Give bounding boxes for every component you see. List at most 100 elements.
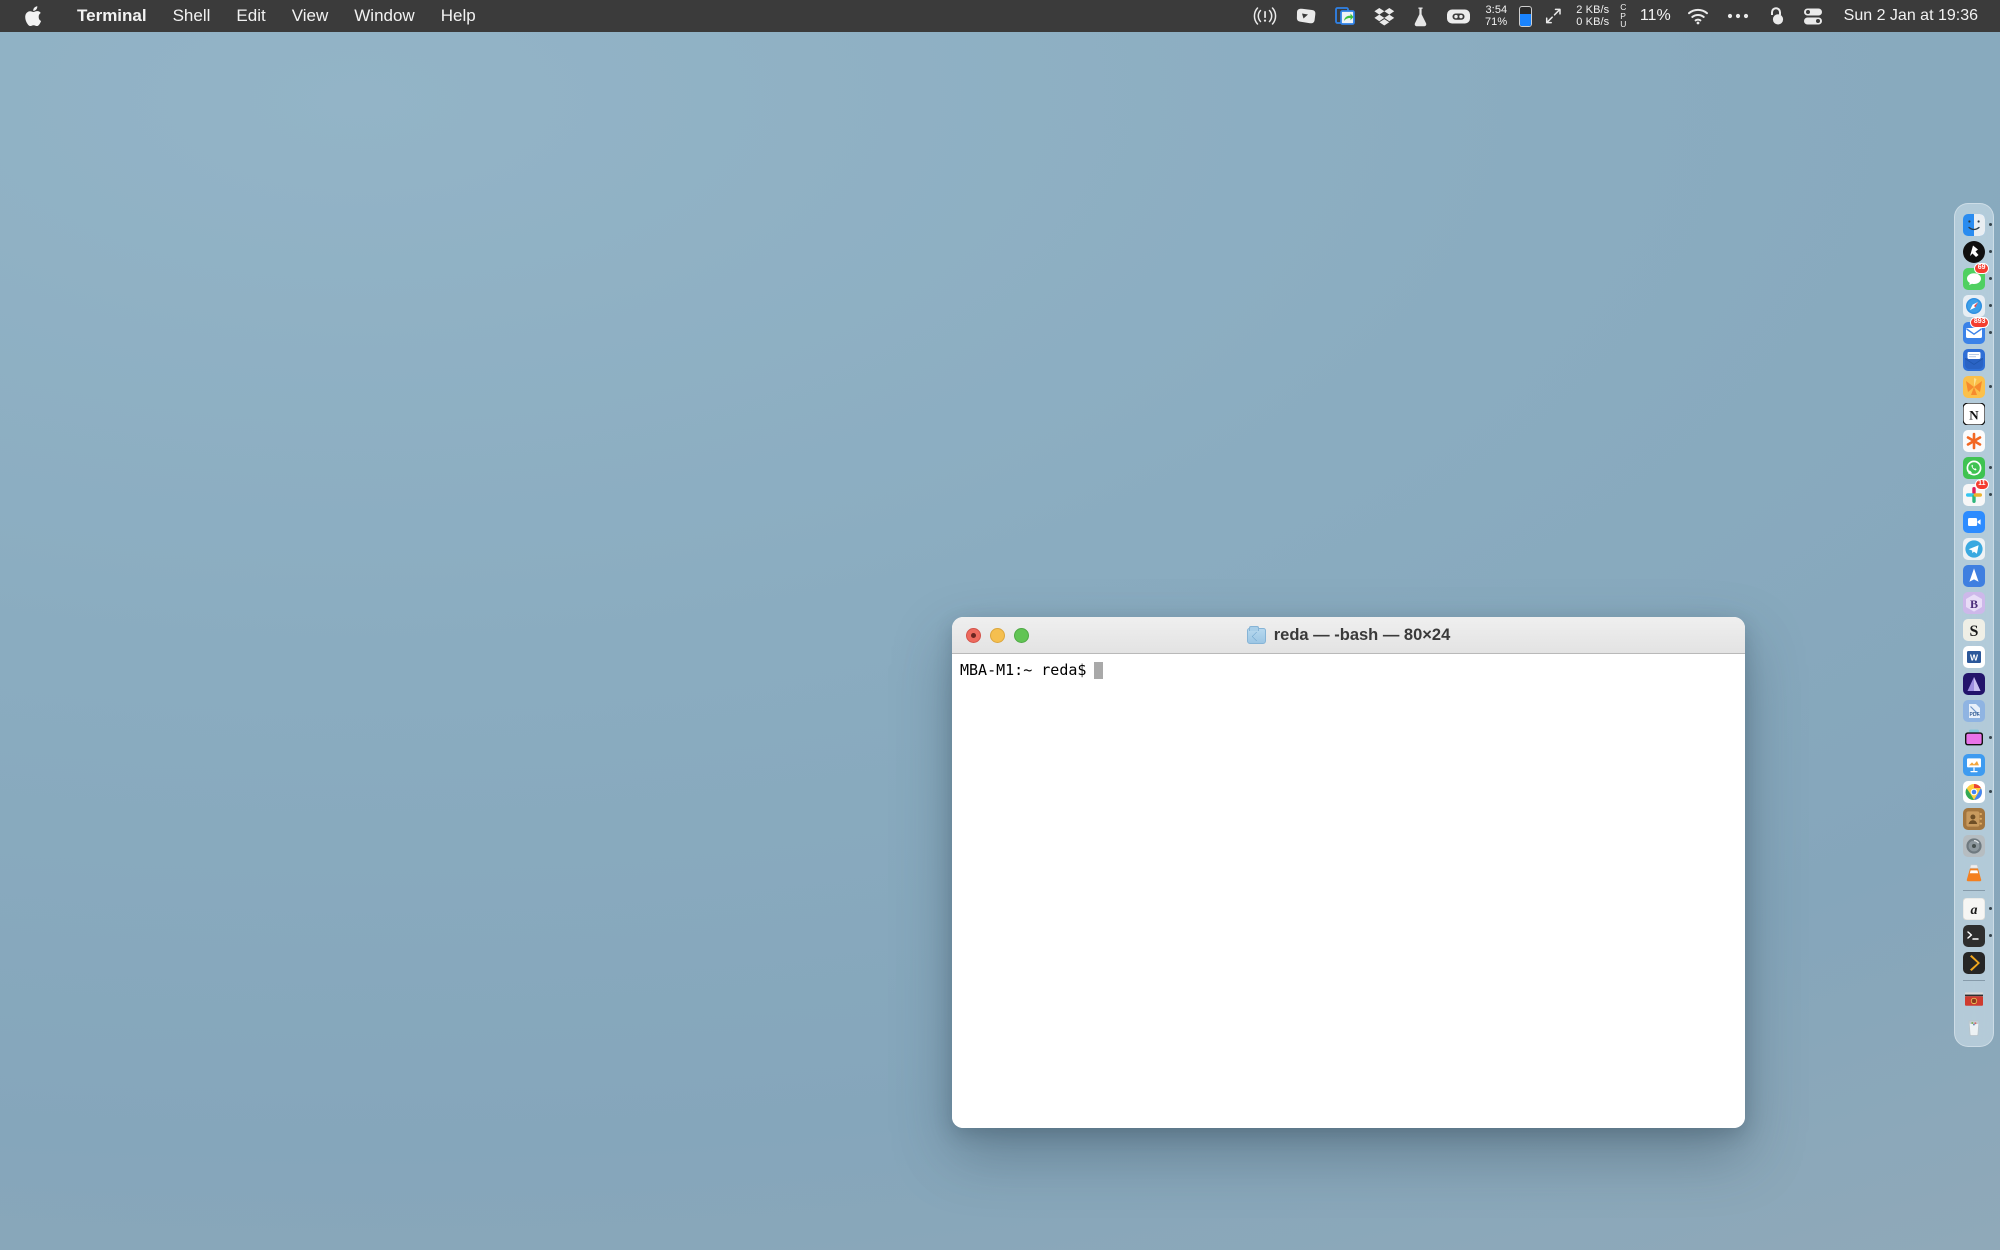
terminal-icon[interactable]	[1963, 925, 1985, 947]
padlock-icon[interactable]	[1758, 0, 1794, 32]
microsoft-word-icon[interactable]: W	[1963, 646, 1985, 668]
dock-item-sunrise-app[interactable]	[1954, 373, 1994, 400]
scrivener-icon[interactable]: S	[1963, 619, 1985, 641]
dock-item-scrivener[interactable]: S	[1954, 616, 1994, 643]
menu-item-edit[interactable]: Edit	[223, 0, 278, 32]
dock-item-cleanmymac[interactable]	[1954, 238, 1994, 265]
asterisk-app-icon[interactable]	[1963, 430, 1985, 452]
dock-item-asterisk-app[interactable]	[1954, 427, 1994, 454]
cleanmymac-running-indicator	[1989, 250, 1992, 253]
dock-item-affinity[interactable]	[1954, 670, 1994, 697]
telegram-icon[interactable]	[1963, 538, 1985, 560]
dock-item-font-app[interactable]: a	[1954, 895, 1994, 922]
zoom-icon[interactable]	[1963, 511, 1985, 533]
dock-items-primary: 69 893 N 11 BSW PDF	[1954, 211, 1994, 886]
terminal-window[interactable]: reda — -bash — 80×24 MBA-M1:~ reda$	[952, 617, 1745, 1128]
expand-arrows-icon[interactable]	[1536, 0, 1571, 32]
dock-item-finder[interactable]	[1954, 211, 1994, 238]
safari-icon[interactable]	[1963, 295, 1985, 317]
downloads-stack-icon[interactable]	[1963, 988, 1985, 1010]
battery-stats[interactable]: 3:54 71%	[1480, 0, 1512, 32]
robot-card-icon[interactable]	[1437, 0, 1480, 32]
pdf-expert-icon[interactable]: PDF	[1963, 700, 1985, 722]
zoom-window-button[interactable]	[1014, 628, 1029, 643]
dock-item-google-chrome[interactable]	[1954, 778, 1994, 805]
font-app-running-indicator	[1989, 907, 1992, 910]
font-app-icon[interactable]: a	[1963, 898, 1985, 920]
dock-item-keynote[interactable]	[1954, 751, 1994, 778]
iterm-icon[interactable]	[1963, 952, 1985, 974]
bartender-shape-icon[interactable]	[1286, 0, 1326, 32]
finder-icon[interactable]	[1963, 214, 1985, 236]
google-chrome-icon[interactable]	[1963, 781, 1985, 803]
notion-icon[interactable]: N	[1963, 403, 1985, 425]
terminal-titlebar[interactable]: reda — -bash — 80×24	[952, 617, 1745, 654]
sunrise-app-icon[interactable]	[1963, 376, 1985, 398]
dock-item-whatsapp[interactable]	[1954, 454, 1994, 481]
bettertouchtool-icon[interactable]: B	[1963, 592, 1985, 614]
dock-item-zoom[interactable]	[1954, 508, 1994, 535]
cleanmymac-icon[interactable]	[1963, 241, 1985, 263]
dock-item-safari[interactable]	[1954, 292, 1994, 319]
dock[interactable]: 69 893 N 11 BSW PDF a	[1954, 203, 1994, 1047]
dock-item-telegram[interactable]	[1954, 535, 1994, 562]
contacts-icon[interactable]	[1963, 808, 1985, 830]
dock-item-disk-utility[interactable]	[1954, 832, 1994, 859]
menu-item-help[interactable]: Help	[428, 0, 489, 32]
dock-item-spark-mail[interactable]	[1954, 346, 1994, 373]
wifi-icon[interactable]	[1678, 0, 1718, 32]
cpu-percentage[interactable]: 11%	[1633, 0, 1678, 32]
dock-item-microsoft-word[interactable]: W	[1954, 643, 1994, 670]
dock-item-terminal[interactable]	[1954, 922, 1994, 949]
ellipsis-icon[interactable]	[1718, 0, 1758, 32]
messages-icon[interactable]: 69	[1963, 268, 1985, 290]
keynote-icon[interactable]	[1963, 754, 1985, 776]
control-center-toggles-icon[interactable]	[1794, 0, 1832, 32]
messages-badge: 69	[1974, 263, 1989, 274]
dock-item-vlc[interactable]	[1954, 859, 1994, 886]
dock-item-suitcase-app[interactable]	[1954, 724, 1994, 751]
slack-icon[interactable]: 11	[1963, 484, 1985, 506]
menu-app-title[interactable]: Terminal	[64, 0, 160, 32]
document-share-icon[interactable]	[1326, 0, 1365, 32]
dock-item-mail[interactable]: 893	[1954, 319, 1994, 346]
trash-icon[interactable]	[1963, 1015, 1985, 1037]
spark-mail-icon[interactable]	[1963, 349, 1985, 371]
terminal-content-area[interactable]: MBA-M1:~ reda$	[952, 654, 1745, 1128]
dock-item-iterm[interactable]	[1954, 949, 1994, 976]
broadcast-alert-icon[interactable]	[1244, 0, 1286, 32]
cpu-label[interactable]: CPU	[1614, 0, 1633, 32]
dock-item-spark[interactable]	[1954, 562, 1994, 589]
whatsapp-icon[interactable]	[1963, 457, 1985, 479]
dock-item-bettertouchtool[interactable]: B	[1954, 589, 1994, 616]
vlc-icon[interactable]	[1963, 862, 1985, 884]
dock-item-pdf-expert[interactable]: PDF	[1954, 697, 1994, 724]
dock-item-contacts[interactable]	[1954, 805, 1994, 832]
menu-bar: Terminal Shell Edit View Window Help	[0, 0, 2000, 32]
menu-item-window[interactable]: Window	[341, 0, 427, 32]
whatsapp-running-indicator	[1989, 466, 1992, 469]
apple-logo-icon[interactable]	[22, 3, 44, 29]
menu-bar-clock[interactable]: Sun 2 Jan at 19:36	[1832, 0, 1984, 32]
affinity-icon[interactable]	[1963, 673, 1985, 695]
minimize-window-button[interactable]	[990, 628, 1005, 643]
dropbox-icon[interactable]	[1365, 0, 1404, 32]
dock-item-slack[interactable]: 11	[1954, 481, 1994, 508]
mail-icon[interactable]: 893	[1963, 322, 1985, 344]
dock-item-messages[interactable]: 69	[1954, 265, 1994, 292]
mail-running-indicator	[1989, 331, 1992, 334]
menu-item-view[interactable]: View	[279, 0, 342, 32]
battery-icon[interactable]	[1512, 0, 1536, 32]
dock-item-downloads-stack[interactable]	[1954, 985, 1994, 1012]
close-window-button[interactable]	[966, 628, 981, 643]
spark-icon[interactable]	[1963, 565, 1985, 587]
network-stats[interactable]: 2 KB/s 0 KB/s	[1571, 0, 1614, 32]
dock-item-notion[interactable]: N	[1954, 400, 1994, 427]
dock-items-secondary: a	[1954, 895, 1994, 976]
suitcase-app-icon[interactable]	[1963, 727, 1985, 749]
menu-item-shell[interactable]: Shell	[160, 0, 224, 32]
flask-icon[interactable]	[1404, 0, 1437, 32]
disk-utility-icon[interactable]	[1963, 835, 1985, 857]
dock-item-trash[interactable]	[1954, 1012, 1994, 1039]
network-upload-rate: 0 KB/s	[1576, 16, 1609, 28]
